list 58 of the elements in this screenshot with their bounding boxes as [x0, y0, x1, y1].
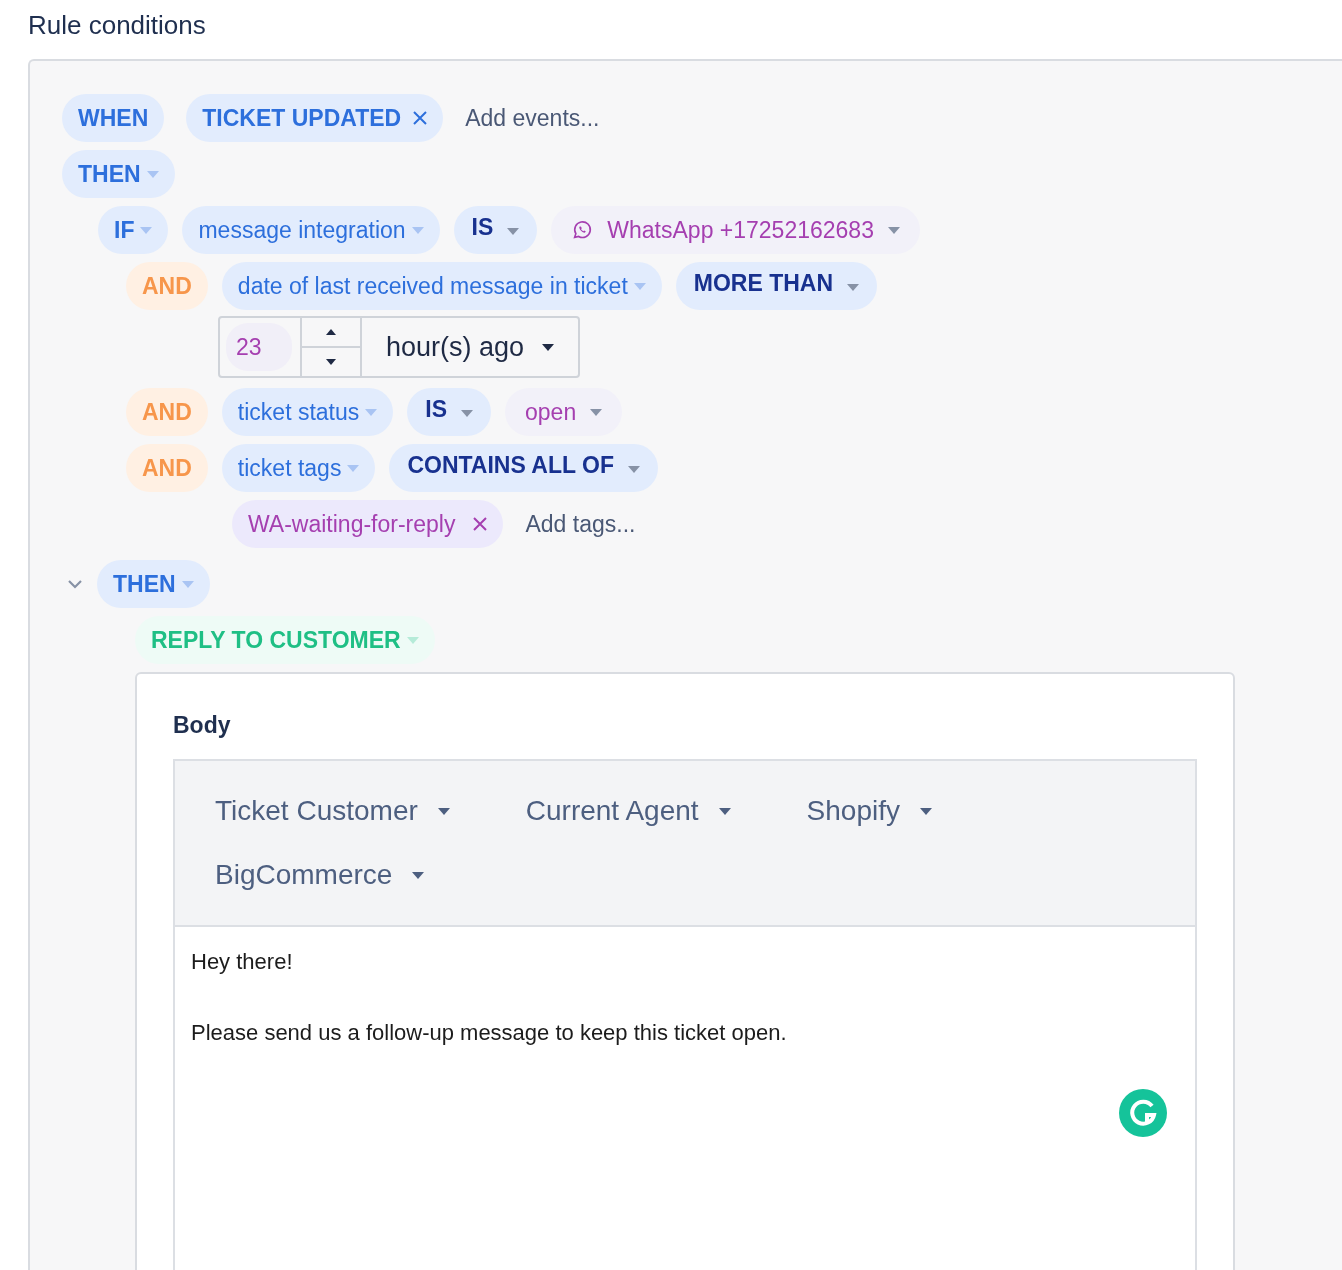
operator-dropdown[interactable]: MORE THAN — [675, 262, 878, 310]
whatsapp-icon — [571, 219, 594, 241]
operator-dropdown[interactable]: IS — [407, 388, 491, 436]
value-dropdown[interactable]: open — [505, 388, 623, 436]
grammar-assistant-icon[interactable] — [1119, 1089, 1167, 1137]
caret-down-icon — [326, 359, 336, 365]
message-paragraph: Please send us a follow-up message to keep this ticket open. — [191, 1020, 788, 1046]
value-dropdown[interactable]: WhatsApp +17252162683 — [551, 206, 920, 254]
operator-dropdown[interactable]: IS — [453, 206, 538, 254]
field-dropdown[interactable]: ticket status — [221, 388, 394, 436]
close-icon[interactable] — [413, 111, 428, 125]
caret-icon — [406, 636, 419, 644]
variable-menu[interactable]: Current Agent — [507, 779, 749, 843]
variable-menu[interactable]: Shopify — [788, 779, 950, 843]
caret-icon — [542, 343, 555, 351]
message-paragraph: Hey there! — [191, 949, 294, 975]
and-keyword: AND — [126, 388, 208, 436]
caret-icon — [412, 871, 425, 879]
and-keyword: AND — [126, 262, 208, 310]
section-title: Rule conditions — [28, 9, 207, 42]
caret-icon — [627, 466, 640, 473]
close-icon[interactable] — [473, 517, 488, 531]
and-keyword: AND — [126, 444, 208, 492]
caret-icon — [365, 408, 378, 416]
then-dropdown[interactable]: THEN — [62, 150, 175, 198]
caret-icon — [411, 226, 424, 234]
caret-icon — [633, 282, 646, 290]
add-tags-field[interactable]: Add tags... — [525, 510, 636, 538]
caret-icon — [437, 807, 450, 815]
add-events-field[interactable]: Add events... — [465, 104, 600, 132]
caret-icon — [461, 410, 473, 417]
if-dropdown[interactable]: IF — [98, 206, 169, 254]
caret-up-icon — [326, 329, 336, 335]
event-chip[interactable]: TICKET UPDATED — [186, 94, 444, 142]
caret-icon — [887, 226, 900, 234]
caret-icon — [919, 807, 932, 815]
caret-icon — [507, 228, 520, 235]
caret-icon — [718, 807, 731, 815]
caret-icon — [140, 226, 153, 234]
field-dropdown[interactable]: date of last received message in ticket — [221, 262, 662, 310]
message-body-field[interactable]: Hey there! Please send us a follow-up message to keep this ticket open. — [175, 927, 1195, 1270]
caret-icon — [181, 580, 194, 588]
caret-icon — [590, 408, 603, 416]
body-label: Body — [173, 712, 232, 739]
chevron-icon[interactable] — [67, 579, 83, 589]
amount-field[interactable]: 23 — [226, 323, 292, 371]
trigger-keyword: WHEN — [62, 94, 165, 142]
caret-icon — [347, 464, 360, 472]
caret-icon — [146, 170, 159, 178]
variable-menu[interactable]: Ticket Customer — [197, 779, 468, 843]
caret-icon — [847, 284, 860, 291]
variable-menu[interactable]: BigCommerce — [197, 843, 443, 907]
tag-chip[interactable]: WA-waiting-for-reply — [232, 500, 504, 548]
then-dropdown[interactable]: THEN — [97, 560, 210, 608]
field-dropdown[interactable]: ticket tags — [221, 444, 376, 492]
field-dropdown[interactable]: message integration — [182, 206, 440, 254]
operator-dropdown[interactable]: CONTAINS ALL OF — [389, 444, 658, 492]
unit-dropdown[interactable]: hour(s) ago — [362, 318, 579, 376]
